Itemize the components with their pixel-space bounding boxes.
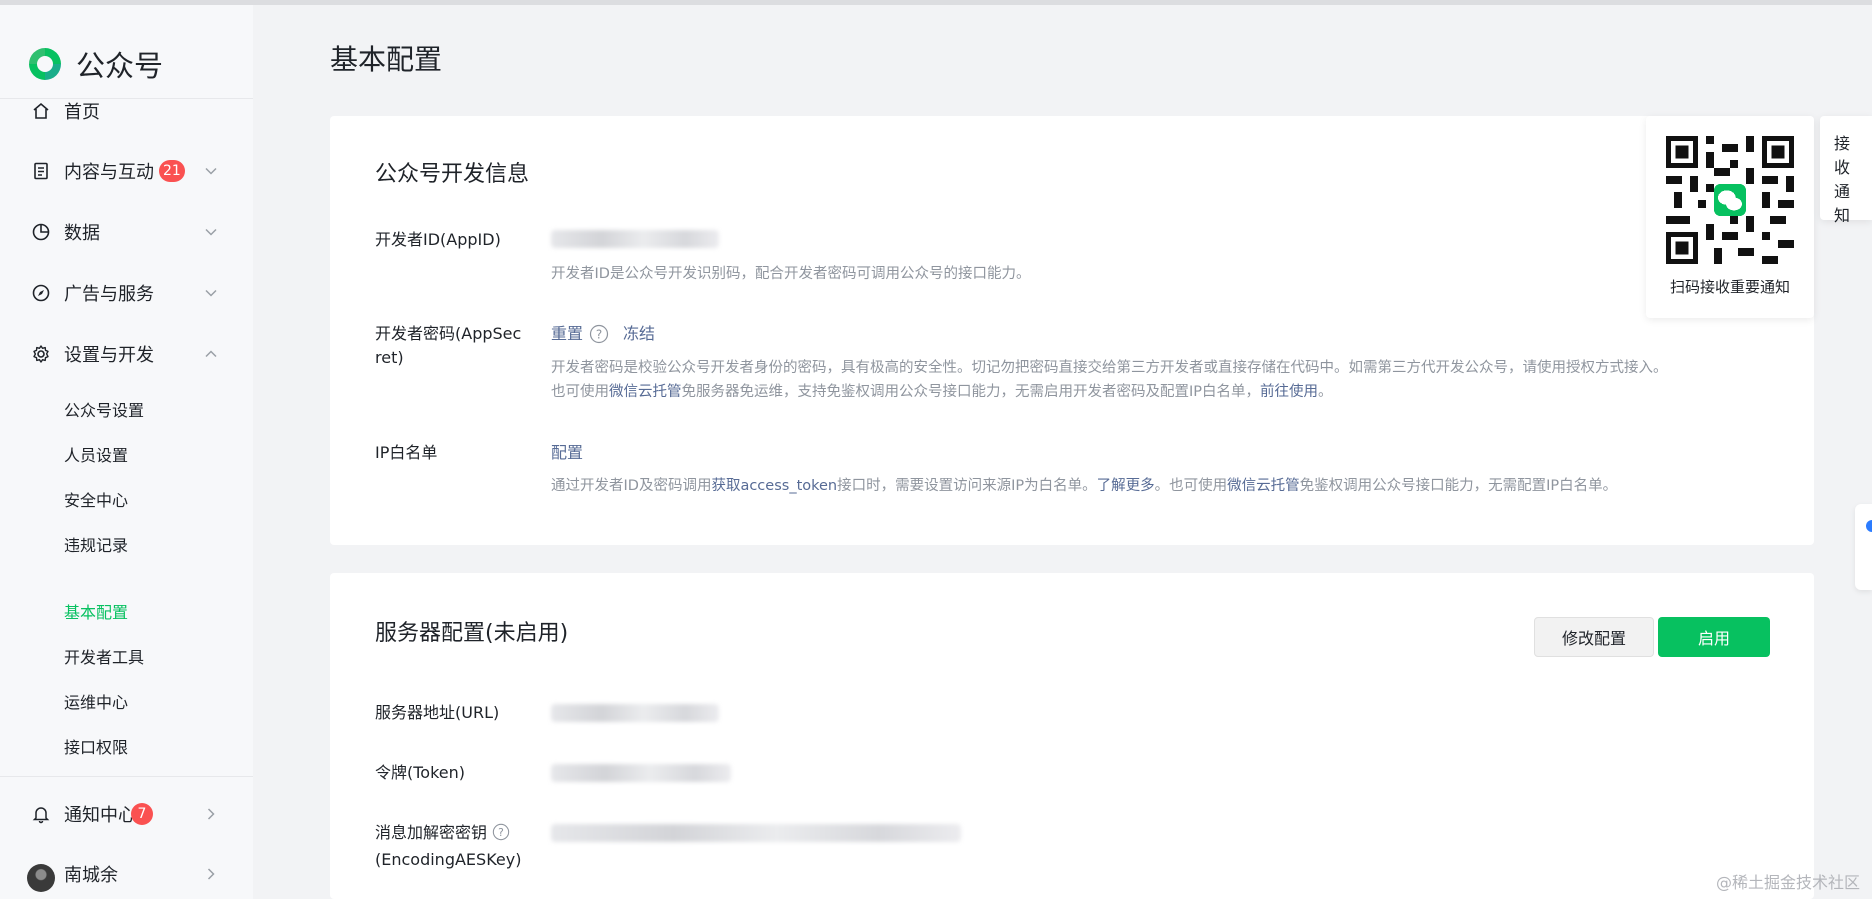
page-title: 基本配置 <box>330 43 443 76</box>
pie-chart-icon <box>30 221 52 243</box>
appid-description: 开发者ID是公众号开发识别码，配合开发者密码可调用公众号的接口能力。 <box>551 266 1031 282</box>
server-url-label: 服务器地址(URL) <box>375 703 500 722</box>
sidebar-subitem-violation-records[interactable]: 违规记录 <box>64 532 128 556</box>
sidebar-subitem-account-settings[interactable]: 公众号设置 <box>64 397 144 421</box>
sidebar-item-label: 设置与开发 <box>64 345 154 366</box>
go-use-link[interactable]: 前往使用 <box>1260 384 1318 400</box>
aes-key-value-redacted <box>551 824 961 842</box>
sidebar-item-label: 内容与互动 <box>64 162 154 183</box>
sidebar-subitem-basic-config[interactable]: 基本配置 <box>64 599 128 623</box>
document-icon <box>30 160 52 182</box>
watermark: @稀土掘金技术社区 <box>1715 873 1860 892</box>
qr-notification-panel: 扫码接收重要通知 <box>1646 116 1814 318</box>
sidebar-divider <box>0 776 253 777</box>
chevron-right-icon[interactable] <box>200 863 222 885</box>
aes-key-label: 消息加解密密钥 ? (EncodingAESKey) <box>375 823 522 869</box>
sidebar-item-content[interactable]: 内容与互动 21 <box>0 151 253 191</box>
ip-config-link[interactable]: 配置 <box>551 441 583 465</box>
sidebar-item-user[interactable]: 南城余 <box>0 854 253 894</box>
ip-whitelist-label: IP白名单 <box>375 443 438 462</box>
secret-description-cloud: 也可使用微信云托管免服务器免运维，支持免鉴权调用公众号接口能力，无需启用开发者密… <box>551 384 1333 400</box>
access-token-link[interactable]: 获取access_token <box>711 478 837 494</box>
sidebar-item-ads[interactable]: 广告与服务 <box>0 273 253 313</box>
sidebar-subitem-developer-tools[interactable]: 开发者工具 <box>64 644 144 668</box>
appid-value-redacted <box>551 230 719 248</box>
help-icon[interactable]: ? <box>589 324 609 348</box>
receive-notification-tab[interactable]: 接收通知 <box>1820 116 1872 225</box>
compass-icon <box>30 282 52 304</box>
window-top-bar <box>0 0 1872 5</box>
app-name: 公众号 <box>76 49 164 83</box>
server-config-card: 服务器配置(未启用) 修改配置 启用 服务器地址(URL) 令牌(Token) … <box>330 573 1814 899</box>
user-name: 南城余 <box>64 865 118 886</box>
ip-whitelist-description: 通过开发者ID及密码调用获取access_token接口时，需要设置访问来源IP… <box>551 478 1618 494</box>
chevron-down-icon[interactable] <box>200 160 222 182</box>
sidebar-item-data[interactable]: 数据 <box>0 212 253 252</box>
edit-config-button[interactable]: 修改配置 <box>1534 617 1654 657</box>
svg-text:?: ? <box>596 328 602 342</box>
sidebar-item-label: 广告与服务 <box>64 284 154 305</box>
sidebar-item-settings[interactable]: 设置与开发 <box>0 334 253 374</box>
bell-icon <box>30 803 52 825</box>
learn-more-link[interactable]: 了解更多 <box>1097 478 1155 494</box>
sidebar-item-home[interactable]: 首页 <box>0 91 253 131</box>
home-icon <box>30 100 52 122</box>
svg-text:?: ? <box>498 826 504 839</box>
cloud-hosting-link[interactable]: 微信云托管 <box>609 384 682 400</box>
enable-button[interactable]: 启用 <box>1658 617 1770 657</box>
sidebar-item-notifications[interactable]: 通知中心 7 <box>0 794 253 834</box>
secret-description: 开发者密码是校验公众号开发者身份的密码，具有极高的安全性。切记勿把密码直接交给第… <box>551 360 1668 376</box>
sidebar-item-label: 首页 <box>64 102 100 123</box>
cloud-hosting-link[interactable]: 微信云托管 <box>1227 478 1300 494</box>
appid-label: 开发者ID(AppID) <box>375 230 501 249</box>
sidebar-subitem-security-center[interactable]: 安全中心 <box>64 487 128 511</box>
token-value-redacted <box>551 764 731 782</box>
dev-info-card: 公众号开发信息 开发者ID(AppID) 开发者ID是公众号开发识别码，配合开发… <box>330 116 1814 545</box>
sidebar-item-label: 通知中心 <box>64 805 136 826</box>
secret-reset-link[interactable]: 重置 <box>551 322 583 346</box>
chevron-right-icon[interactable] <box>200 803 222 825</box>
floating-helper-button[interactable] <box>1855 504 1872 590</box>
chevron-down-icon[interactable] <box>200 282 222 304</box>
sidebar: 公众号 首页 内容与互动 21 数据 广告与服务 设置与开发 公众号设置 人员设… <box>0 5 253 899</box>
gear-icon <box>30 343 52 365</box>
wechat-official-logo-icon <box>26 45 64 83</box>
server-config-title: 服务器配置(未启用) <box>375 621 569 646</box>
content-badge: 21 <box>159 160 185 182</box>
sidebar-subitem-api-permissions[interactable]: 接口权限 <box>64 734 128 758</box>
notifications-badge: 7 <box>131 803 153 825</box>
token-label: 令牌(Token) <box>375 763 466 782</box>
helper-icon <box>1866 520 1872 532</box>
sidebar-subitem-ops-center[interactable]: 运维中心 <box>64 689 128 713</box>
server-url-value-redacted <box>551 704 719 722</box>
chevron-down-icon[interactable] <box>200 221 222 243</box>
sidebar-subitem-staff-settings[interactable]: 人员设置 <box>64 442 128 466</box>
dev-info-title: 公众号开发信息 <box>375 162 530 187</box>
qr-code-icon <box>1666 136 1794 268</box>
chevron-up-icon[interactable] <box>200 343 222 365</box>
secret-label: 开发者密码(AppSec ret) <box>375 324 522 367</box>
qr-notification-text: 扫码接收重要通知 <box>1669 278 1790 296</box>
app-logo[interactable]: 公众号 <box>26 43 163 85</box>
help-icon[interactable]: ? <box>492 823 510 848</box>
sidebar-item-label: 数据 <box>64 223 100 244</box>
secret-freeze-link[interactable]: 冻结 <box>623 322 655 346</box>
receive-notification-label: 接收通知 <box>1834 134 1851 225</box>
